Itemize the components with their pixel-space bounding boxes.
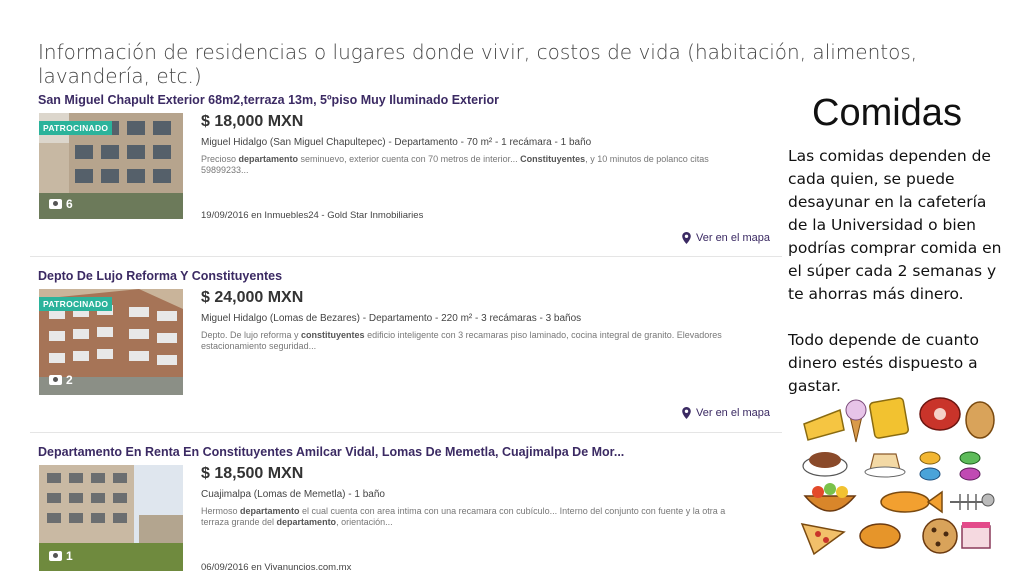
cheese-icon [803,408,845,441]
divider [30,432,782,433]
paragraph: Todo depende de cuanto dinero estés disp… [788,331,979,395]
cake-slice-icon [961,525,991,549]
listing-subtitle: Cuajimalpa (Lomas de Memetla) - 1 baño [201,489,385,500]
listing-description: Precioso departamento seminuevo, exterio… [201,154,709,175]
listing-price: $ 18,500 MXN [201,465,304,482]
listing-description: Depto. De lujo reforma y constituyentes … [201,330,722,351]
photo-count[interactable]: 2 [49,373,73,387]
sponsored-badge: PATROCINADO [39,297,113,311]
listing-price: $ 24,000 MXN [201,289,304,306]
divider [30,256,782,257]
listing-title[interactable]: Departamento En Renta En Constituyentes … [38,445,638,459]
section-text: Las comidas dependen de cada quien, se p… [788,145,1008,398]
camera-icon [49,551,62,561]
listing-published: 19/09/2016 en Inmuebles24 - Gold Star In… [201,210,424,221]
photo-count-value: 1 [66,549,73,563]
map-pin-icon [682,407,691,419]
photo-count-value: 2 [66,373,73,387]
fish-icon [880,491,930,513]
map-link[interactable]: Ver en el mapa [682,407,770,419]
listing-price: $ 18,000 MXN [201,113,304,130]
listing-subtitle: Miguel Hidalgo (San Miguel Chapultepec) … [201,137,592,148]
candy-icon [919,451,941,465]
listing-photo[interactable]: PATROCINADO 6 [39,113,183,219]
listing-photo[interactable]: 1 [39,465,183,571]
photo-count[interactable]: 6 [49,197,73,211]
photo-count[interactable]: 1 [49,549,73,563]
paragraph: Las comidas dependen de cada quien, se p… [788,147,1002,303]
photo-count-value: 6 [66,197,73,211]
listing-card[interactable]: San Miguel Chapult Exterior 68m2,terraza… [38,93,780,253]
listing-card[interactable]: Departamento En Renta En Constituyentes … [38,445,780,576]
listing-title[interactable]: San Miguel Chapult Exterior 68m2,terraza… [38,93,638,107]
sponsored-badge: PATROCINADO [39,121,113,135]
map-link[interactable]: Ver en el mapa [682,232,770,244]
pizza-icon [800,523,846,556]
food-illustration [800,397,995,556]
candy-icon [959,467,981,481]
chicken-icon [859,523,901,549]
chips-icon [869,397,909,439]
listing-title[interactable]: Depto De Lujo Reforma Y Constituyentes [38,269,638,283]
listing-published: 06/09/2016 en Vivanuncios.com.mx [201,562,352,573]
camera-icon [49,199,62,209]
potato-icon [965,401,995,439]
listing-photo[interactable]: PATROCINADO 2 [39,289,183,395]
slide-title: Información de residencias o lugares don… [38,40,918,88]
map-pin-icon [682,232,691,244]
listing-card[interactable]: Depto De Lujo Reforma Y Constituyentes P… [38,269,780,429]
candy-icon [959,451,981,465]
listing-description: Hermoso departamento el cual cuenta con … [201,506,726,527]
section-heading: Comidas [812,92,962,134]
listing-subtitle: Miguel Hidalgo (Lomas de Bezares) - Depa… [201,313,582,324]
cookie-icon [922,518,958,554]
candy-icon [919,467,941,481]
fruit-bowl-icon [803,495,857,512]
camera-icon [49,375,62,385]
